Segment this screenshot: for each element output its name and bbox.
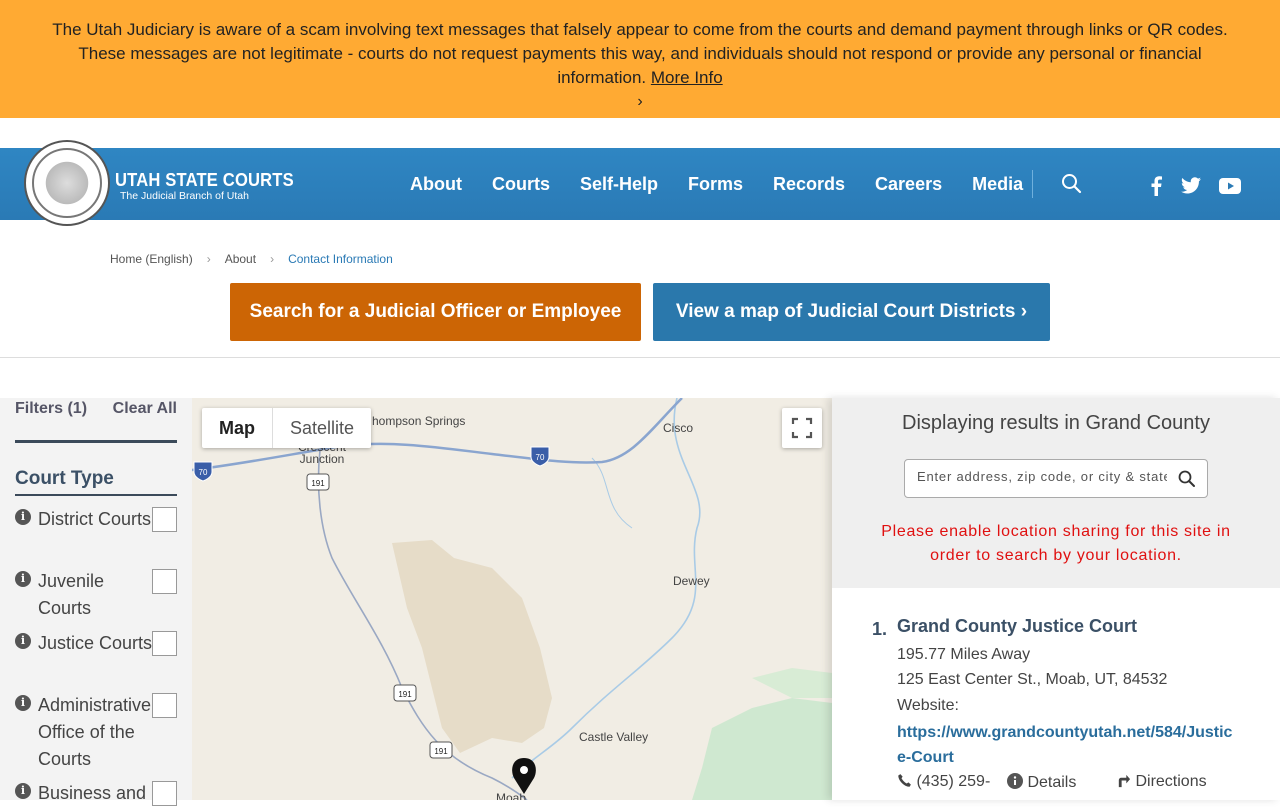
address-search-box — [904, 459, 1208, 498]
map-location-pin — [512, 758, 536, 794]
chevron-right-icon: › — [206, 252, 211, 266]
court-type-title: Court Type — [15, 468, 114, 489]
breadcrumb: Home (English) › About › Contact Informa… — [110, 252, 393, 266]
breadcrumb-about[interactable]: About — [225, 252, 256, 266]
administrative-office-checkbox[interactable] — [152, 693, 177, 718]
filters-divider — [15, 440, 177, 443]
section-divider — [0, 357, 1280, 358]
map-label-cisco: Cisco — [663, 421, 694, 435]
nav-forms[interactable]: Forms — [688, 174, 743, 195]
filter-label: Justice Courts — [38, 633, 153, 653]
result-details: Details — [1027, 774, 1077, 791]
filter-label: Juvenile Courts — [38, 571, 105, 618]
nav-self-help[interactable]: Self-Help — [580, 174, 658, 195]
brand-subtitle: The Judicial Branch of Utah — [120, 190, 249, 202]
result-phone-link[interactable]: (435) 259- — [897, 773, 990, 791]
map-shield-label: 191 — [434, 747, 448, 756]
nav-divider — [1032, 170, 1033, 198]
phone-icon — [898, 774, 911, 787]
results-heading: Displaying results in Grand County — [902, 412, 1210, 434]
map-label-moab: Moab — [496, 791, 527, 800]
map-type-toggle: Map Satellite — [202, 408, 372, 448]
business-checkbox[interactable] — [152, 781, 177, 806]
scam-alert-banner: The Utah Judiciary is aware of a scam in… — [0, 0, 1280, 118]
view-district-map-button[interactable]: View a map of Judicial Court Districts › — [653, 283, 1050, 341]
result-website-label: Website: — [897, 697, 959, 714]
alert-text: The Utah Judiciary is aware of a scam in… — [52, 20, 1228, 87]
filters-count[interactable]: Filters (1) — [15, 400, 87, 418]
map-shield-us191-mid: 191 — [393, 684, 417, 702]
map-shield-i70-east: 70 — [530, 446, 550, 467]
result-website-link[interactable]: https://www.grandcountyutah.net/584/Just… — [897, 720, 1237, 770]
result-directions-link[interactable]: Directions — [1116, 773, 1207, 791]
twitter-icon[interactable] — [1181, 177, 1201, 194]
result-distance: 195.77 Miles Away — [897, 646, 1031, 663]
nav-courts[interactable]: Courts — [492, 174, 550, 195]
map-shield-label: 70 — [199, 468, 208, 477]
nav-records[interactable]: Records — [773, 174, 845, 195]
info-icon[interactable]: i — [15, 633, 31, 649]
results-panel: Displaying results in Grand County Pleas… — [832, 398, 1280, 800]
alert-chevron-icon[interactable]: › — [36, 90, 1244, 114]
map-shield-label: 191 — [311, 479, 325, 488]
fullscreen-icon — [791, 417, 813, 439]
address-search-input[interactable] — [917, 469, 1167, 484]
youtube-icon[interactable] — [1219, 178, 1241, 194]
justice-courts-checkbox[interactable] — [152, 631, 177, 656]
filter-label: Administrative Office of the Courts — [38, 695, 152, 769]
nav-about[interactable]: About — [410, 174, 462, 195]
state-seal-logo[interactable] — [24, 140, 110, 226]
filter-label: Business and — [38, 783, 147, 803]
map-shield-i70-west: 70 — [193, 461, 213, 482]
breadcrumb-home[interactable]: Home (English) — [110, 252, 193, 266]
nav-media[interactable]: Media — [972, 174, 1023, 195]
search-officer-button[interactable]: Search for a Judicial Officer or Employe… — [230, 283, 641, 341]
results-header: Displaying results in Grand County Pleas… — [832, 398, 1280, 588]
juvenile-courts-checkbox[interactable] — [152, 569, 177, 594]
filter-label: District Courts — [38, 509, 152, 529]
map-canvas: 70 70 191 191 191 — [192, 398, 832, 800]
info-icon — [1007, 773, 1023, 789]
search-icon[interactable] — [1061, 173, 1082, 194]
nav-careers[interactable]: Careers — [875, 174, 942, 195]
location-warning: Please enable location sharing for this … — [881, 523, 1231, 564]
map-shield-label: 70 — [536, 453, 545, 462]
main-nav: About Courts Self-Help Forms Records Car… — [410, 148, 1053, 220]
alert-more-info-link[interactable]: More Info — [651, 68, 723, 87]
breadcrumb-current[interactable]: Contact Information — [288, 252, 393, 266]
map-label-dewey: Dewey — [673, 574, 710, 588]
facebook-icon[interactable] — [1150, 176, 1162, 196]
brand-logo[interactable]: UTAH STATE COURTS The Judicial Branch of… — [115, 170, 309, 202]
map-view[interactable]: 70 70 191 191 191 hompson Springs Cresce… — [192, 398, 832, 800]
result-address: 125 East Center St., Moab, UT, 84532 — [897, 671, 1168, 688]
info-icon[interactable]: i — [15, 695, 31, 711]
map-label-castle-valley: Castle Valley — [579, 730, 649, 744]
info-icon[interactable]: i — [15, 509, 31, 525]
district-courts-checkbox[interactable] — [152, 507, 177, 532]
map-tab-map[interactable]: Map — [202, 408, 272, 448]
filters-sidebar: Filters (1) Clear All Court Type i Distr… — [0, 398, 192, 806]
search-icon[interactable] — [1177, 469, 1197, 489]
map-shield-us191-north: 191 — [306, 473, 330, 491]
info-icon[interactable]: i — [15, 571, 31, 587]
directions-arrow-icon — [1118, 774, 1131, 788]
filters-header: Filters (1) Clear All — [15, 400, 177, 418]
brand-title: UTAH STATE COURTS — [115, 170, 294, 190]
map-shield-us191-south: 191 — [429, 741, 453, 759]
map-tab-satellite[interactable]: Satellite — [272, 408, 371, 448]
result-name: Grand County Justice Court — [897, 616, 1138, 636]
info-icon[interactable]: i — [15, 783, 31, 799]
map-label-thompson-springs: hompson Springs — [372, 414, 466, 428]
clear-all-button[interactable]: Clear All — [113, 400, 177, 418]
map-shield-label: 191 — [398, 690, 412, 699]
result-directions: Directions — [1135, 773, 1207, 790]
fullscreen-button[interactable] — [782, 408, 822, 448]
site-header: UTAH STATE COURTS The Judicial Branch of… — [0, 140, 1280, 226]
chevron-right-icon: › — [270, 252, 275, 266]
result-number: 1. — [872, 619, 888, 639]
court-type-divider — [15, 494, 177, 496]
result-details-link[interactable]: Details — [1007, 773, 1076, 792]
result-phone: (435) 259- — [916, 773, 991, 790]
